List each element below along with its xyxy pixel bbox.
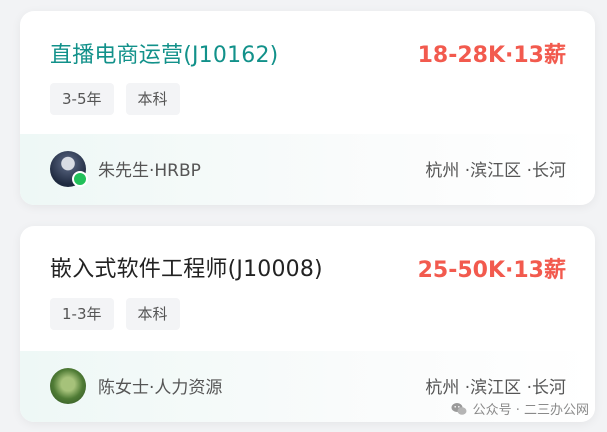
- job-card-header: 嵌入式软件工程师(J10008) 25-50K·13薪 1-3年 本科: [20, 226, 595, 349]
- job-location: 杭州 ·滨江区 ·长河: [425, 378, 566, 398]
- job-title[interactable]: 嵌入式软件工程师(J10008): [50, 251, 323, 283]
- job-title[interactable]: 直播电商运营(J10162): [50, 37, 278, 69]
- education-tag: 本科: [125, 83, 180, 115]
- recruiter-bar: 朱先生·HRBP 杭州 ·滨江区 ·长河: [20, 134, 595, 205]
- salary-range: 25-50K·13薪: [417, 258, 566, 283]
- job-card[interactable]: 直播电商运营(J10162) 18-28K·13薪 3-5年 本科 朱先生·HR…: [20, 11, 595, 205]
- experience-tag: 1-3年: [50, 298, 114, 330]
- recruiter-avatar[interactable]: [50, 368, 86, 404]
- watermark: 公众号 · 二三办公网: [451, 399, 589, 418]
- online-status-icon: [72, 171, 88, 187]
- recruiter-name: 陈女士·人力资源: [98, 378, 223, 398]
- job-location: 杭州 ·滨江区 ·长河: [425, 161, 566, 181]
- job-tags: 1-3年 本科: [50, 298, 180, 330]
- job-card-header: 直播电商运营(J10162) 18-28K·13薪 3-5年 本科: [20, 11, 595, 134]
- job-card[interactable]: 嵌入式软件工程师(J10008) 25-50K·13薪 1-3年 本科 陈女士·…: [20, 226, 595, 422]
- wechat-icon: [451, 402, 467, 415]
- recruiter-name: 朱先生·HRBP: [98, 161, 201, 181]
- salary-range: 18-28K·13薪: [417, 43, 566, 68]
- watermark-text: 公众号 · 二三办公网: [472, 403, 589, 418]
- experience-tag: 3-5年: [50, 83, 114, 115]
- education-tag: 本科: [125, 298, 180, 330]
- job-tags: 3-5年 本科: [50, 83, 180, 115]
